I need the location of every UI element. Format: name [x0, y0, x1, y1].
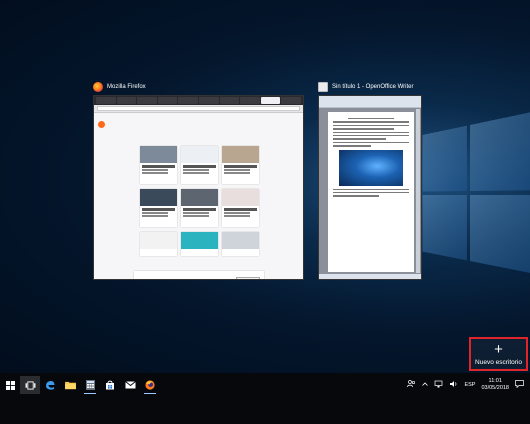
- mail-icon[interactable]: [120, 376, 140, 394]
- store-icon[interactable]: [100, 376, 120, 394]
- window-title: Mozilla Firefox: [107, 84, 146, 90]
- people-icon[interactable]: [407, 380, 416, 390]
- article-card: [140, 146, 177, 184]
- browser-tab-strip: [94, 96, 303, 105]
- edge-icon[interactable]: [40, 376, 60, 394]
- new-tab-page: [94, 113, 303, 279]
- thumbnail-header: Mozilla Firefox: [93, 79, 304, 95]
- firefox-logo: [98, 121, 105, 128]
- windows-start-icon[interactable]: [0, 376, 20, 394]
- plus-icon: +: [494, 340, 503, 358]
- article-card: [222, 232, 259, 256]
- window-thumbnail-firefox[interactable]: Mozilla Firefox: [93, 79, 304, 280]
- article-card: [222, 146, 259, 184]
- article-card: [140, 189, 177, 227]
- clock-date: 03/05/2018: [481, 385, 509, 391]
- firefox-icon[interactable]: [140, 376, 160, 394]
- article-card: [181, 232, 218, 256]
- action-center-icon[interactable]: [515, 380, 524, 390]
- writer-preview[interactable]: [318, 95, 422, 280]
- window-title: Sin título 1 - OpenOffice Writer: [332, 84, 414, 90]
- new-desktop-button[interactable]: + Nuevo escritorio: [469, 337, 528, 371]
- firefox-preview[interactable]: [93, 95, 304, 280]
- system-tray: ESP 11:01 03/05/2018: [407, 376, 530, 394]
- article-card: [181, 189, 218, 227]
- file-explorer-icon[interactable]: [60, 376, 80, 394]
- chevron-up-icon[interactable]: [422, 382, 429, 388]
- article-card: [181, 146, 218, 184]
- volume-icon[interactable]: [449, 380, 458, 390]
- openoffice-writer-icon: [318, 82, 328, 92]
- firefox-icon: [93, 82, 103, 92]
- network-icon[interactable]: [434, 380, 443, 390]
- window-thumbnail-writer[interactable]: Sin título 1 - OpenOffice Writer: [318, 79, 422, 280]
- clock-time: 11:01: [488, 378, 502, 384]
- desktop-background: Mozilla Firefox Sin título 1 - OpenOffic…: [0, 0, 530, 373]
- thumbnail-header: Sin título 1 - OpenOffice Writer: [318, 79, 422, 95]
- taskbar-apps: [0, 376, 160, 394]
- clock[interactable]: 11:01 03/05/2018: [481, 378, 509, 392]
- article-card: [222, 189, 259, 227]
- scrollbar: [416, 109, 420, 273]
- language-indicator[interactable]: ESP: [464, 382, 475, 388]
- task-view-icon[interactable]: [20, 376, 40, 394]
- writer-toolbars: [319, 96, 421, 108]
- calculator-icon[interactable]: [80, 376, 100, 394]
- notification-bar: [134, 271, 264, 279]
- status-bar: [319, 274, 421, 279]
- new-desktop-label: Nuevo escritorio: [475, 358, 522, 366]
- notification-button[interactable]: [236, 277, 260, 279]
- taskbar: ESP 11:01 03/05/2018: [0, 373, 530, 424]
- address-bar: [94, 105, 303, 113]
- document-page: [328, 112, 414, 272]
- document-image: [339, 149, 403, 186]
- article-card: [140, 232, 177, 256]
